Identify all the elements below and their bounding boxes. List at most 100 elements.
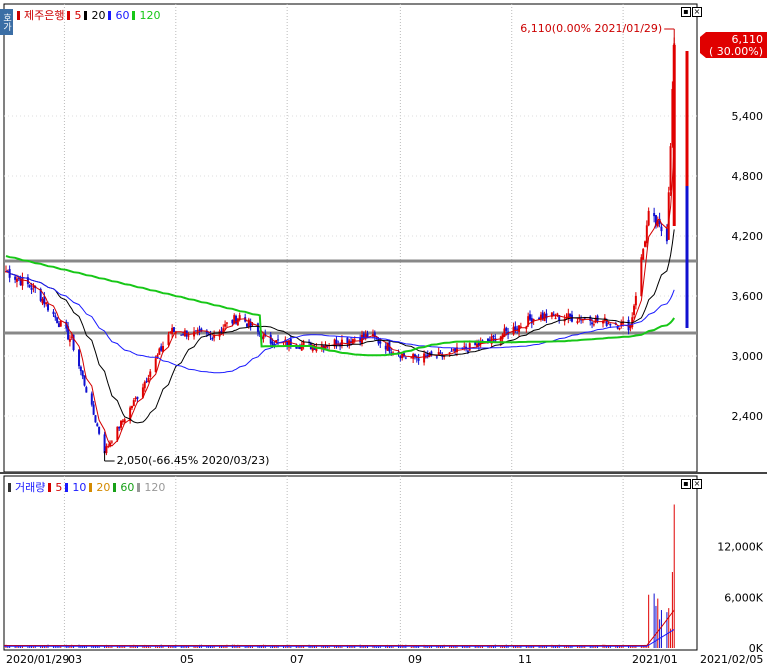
legend-vma20[interactable]: 20 <box>96 481 110 494</box>
legend-vma120[interactable]: 120 <box>144 481 165 494</box>
candle-body <box>346 337 349 344</box>
side-tab[interactable]: 호가 <box>0 9 13 35</box>
candle-body <box>569 313 572 317</box>
candle-body <box>121 420 124 423</box>
legend-ma20[interactable]: 20 <box>91 9 105 22</box>
candle-body <box>130 405 133 409</box>
volume-minimize-icon[interactable]: ▪ <box>681 479 691 489</box>
candle-body <box>545 313 548 319</box>
candle-body <box>30 287 33 290</box>
candle-body <box>81 370 84 377</box>
candle-body <box>15 278 18 282</box>
vma5-swatch-icon <box>48 482 52 492</box>
vma20-swatch-icon <box>89 482 93 492</box>
legend-vma10[interactable]: 10 <box>72 481 86 494</box>
price-y-tick: 5,400 <box>732 110 764 123</box>
chart-canvas[interactable]: 5,400 4,800 4,200 3,600 3,000 2,400 12,000K 6,0… <box>0 0 767 666</box>
candle-body <box>167 334 170 345</box>
candle-body <box>410 357 413 359</box>
candle-body <box>45 302 48 305</box>
candle-body <box>297 347 300 349</box>
price-y-tick: 4,800 <box>732 170 764 183</box>
high-annotation: 6,110(0.00% 2021/01/29) <box>520 22 662 35</box>
candle-body <box>211 337 214 340</box>
candle-body <box>149 371 152 377</box>
side-tab-label: 호가 <box>1 13 11 31</box>
candle-body <box>68 338 71 342</box>
legend-vma60[interactable]: 60 <box>120 481 134 494</box>
candle-body <box>154 358 157 373</box>
candle-body <box>554 317 557 319</box>
candle-body <box>196 329 199 332</box>
candle-body <box>118 426 121 429</box>
volume-title[interactable]: 거래량 <box>15 479 45 495</box>
candle-body <box>70 336 73 338</box>
candle-body <box>172 327 175 332</box>
candle-body <box>158 348 161 355</box>
candle-body <box>607 323 610 325</box>
candle-body <box>256 323 259 332</box>
candle-body <box>505 327 508 331</box>
candle-body <box>198 329 201 331</box>
price-legend: 제주은행 5 20 60 120 <box>17 7 160 23</box>
candle-body <box>591 322 594 325</box>
candle-body <box>609 324 612 326</box>
candle-body <box>417 358 420 361</box>
candle-body <box>492 335 495 337</box>
candle-body <box>94 415 97 423</box>
price-y-tick: 4,200 <box>732 230 764 243</box>
price-y-tick: 3,000 <box>732 350 764 363</box>
candle-body <box>640 257 643 297</box>
candle-body <box>169 331 172 334</box>
candle-body <box>516 328 519 330</box>
candle-body <box>143 381 146 389</box>
candle-body <box>28 284 31 288</box>
candle-body <box>362 333 365 338</box>
legend-ma60[interactable]: 60 <box>115 9 129 22</box>
candle-body <box>262 334 265 339</box>
candle-body <box>194 330 197 332</box>
ma20-swatch-icon <box>84 10 88 20</box>
candle-body <box>224 324 227 327</box>
candle-body <box>539 314 542 319</box>
vma10-swatch-icon <box>65 482 69 492</box>
candle-body <box>220 330 223 332</box>
x-axis-label: 05 <box>180 653 194 666</box>
legend-vma5[interactable]: 5 <box>55 481 62 494</box>
price-y-tick: 3,600 <box>732 290 764 303</box>
candle-body <box>669 146 672 191</box>
candle-body <box>147 378 150 382</box>
candle-body <box>592 324 595 326</box>
volume-legend: 거래량 5 10 20 60 120 <box>8 479 165 495</box>
candle-body <box>21 277 24 286</box>
candle-body <box>145 381 148 383</box>
candle-body <box>353 339 356 341</box>
volume-close-icon[interactable]: × <box>692 479 702 489</box>
price-minimize-icon[interactable]: ▪ <box>681 7 691 17</box>
price-title[interactable]: 제주은행 <box>24 7 64 23</box>
candle-body <box>424 355 427 357</box>
price-y-tick: 2,400 <box>732 410 764 423</box>
candle-body <box>83 375 86 386</box>
candle-body <box>390 352 393 354</box>
candle-body <box>466 350 469 353</box>
candle-body <box>218 331 221 337</box>
candle-body <box>46 304 49 311</box>
legend-ma5[interactable]: 5 <box>74 9 81 22</box>
x-axis-label: 2020/01/29 <box>6 653 69 666</box>
candle-body <box>576 321 579 324</box>
candle-body <box>660 226 663 232</box>
candle-body <box>98 426 101 434</box>
stock-chart[interactable]: 5,400 4,800 4,200 3,600 3,000 2,400 12,000K 6,0… <box>0 0 767 666</box>
price-close-icon[interactable]: × <box>692 7 702 17</box>
candle-body <box>59 320 62 327</box>
legend-ma120[interactable]: 120 <box>139 9 160 22</box>
candle-body <box>110 441 113 443</box>
candle-body <box>123 419 126 423</box>
price-swatch-icon <box>17 10 20 20</box>
candle-body <box>132 400 135 407</box>
candle-body <box>450 350 453 352</box>
candle-body <box>78 349 81 367</box>
candle-body <box>399 355 402 359</box>
candle-body <box>644 241 647 247</box>
